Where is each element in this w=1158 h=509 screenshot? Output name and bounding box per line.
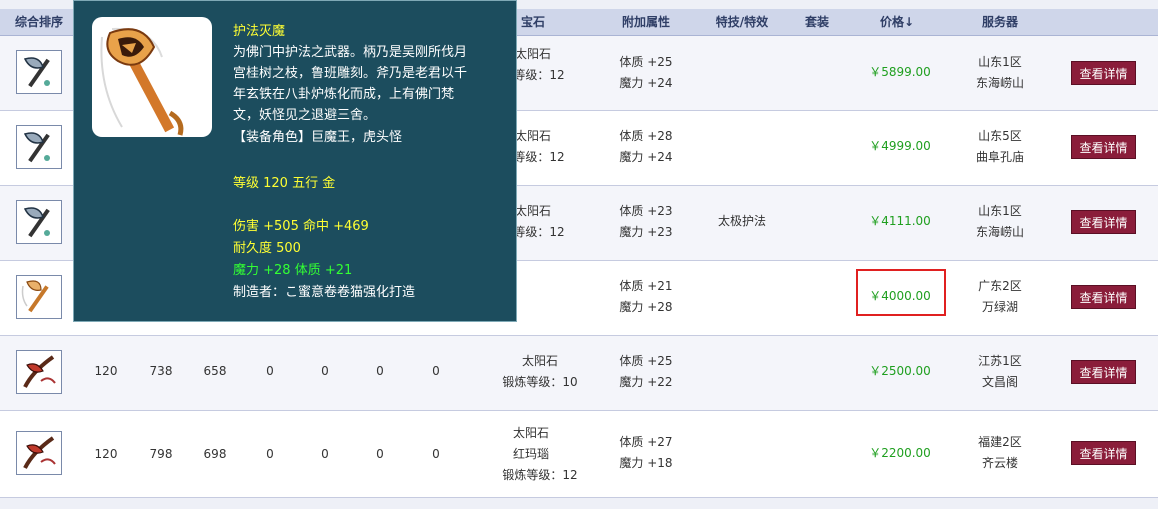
gem-name: 太阳石 — [512, 426, 549, 440]
attr-constitution: 体质 +25 — [619, 354, 673, 368]
price: ￥4111.00 — [869, 214, 931, 228]
item-desc-3: 年玄铁在八卦炉炼化而成，上有佛门梵 — [233, 87, 455, 102]
mace-icon — [100, 27, 184, 136]
attr-magic: 魔力 +23 — [619, 225, 673, 239]
price: ￥5899.00 — [869, 65, 931, 79]
attr-constitution: 体质 +28 — [619, 129, 673, 143]
header-skill: 特技/特效 — [715, 15, 769, 29]
attr-magic: 魔力 +18 — [619, 456, 673, 470]
price-highlight-box — [856, 269, 946, 316]
claw-axe-icon[interactable] — [16, 350, 62, 394]
server-name: 东海崂山 — [975, 76, 1024, 90]
attr-magic: 魔力 +24 — [619, 76, 673, 90]
server-region: 山东1区 — [978, 204, 1022, 218]
view-details-button[interactable]: 查看详情 — [1071, 135, 1136, 159]
stat-5: 0 — [321, 447, 329, 461]
stat-damage: 798 — [149, 447, 173, 461]
axe-icon[interactable] — [16, 200, 62, 244]
table-row: 120 738 658 0 0 0 0 太阳石 锻炼等级：10 体质 +25 魔… — [0, 336, 1158, 411]
server-name: 文昌阁 — [981, 375, 1018, 389]
claw-axe-icon[interactable] — [16, 431, 62, 475]
attr-constitution: 体质 +27 — [619, 435, 673, 449]
stat-7: 0 — [432, 364, 440, 378]
special-skill: 太极护法 — [717, 214, 766, 228]
attr-constitution: 体质 +25 — [619, 55, 673, 69]
header-attr: 附加属性 — [621, 15, 670, 29]
price: ￥4999.00 — [869, 139, 931, 153]
attr-magic: 魔力 +28 — [619, 300, 673, 314]
item-image — [92, 17, 212, 137]
item-level: 等级 120 五行 金 — [233, 176, 336, 191]
stat-5: 0 — [321, 364, 329, 378]
stat-hit: 658 — [203, 364, 227, 378]
gem-name-2: 红玛瑙 — [512, 447, 549, 461]
server-name: 万绿湖 — [981, 300, 1018, 314]
attr-constitution: 体质 +23 — [619, 204, 673, 218]
item-damage: 伤害 +505 命中 +469 — [233, 219, 369, 234]
view-details-button[interactable]: 查看详情 — [1071, 210, 1136, 234]
price: ￥2500.00 — [869, 364, 931, 378]
view-details-button[interactable]: 查看详情 — [1071, 61, 1136, 85]
server-region: 山东5区 — [978, 129, 1022, 143]
stat-6: 0 — [376, 364, 384, 378]
attr-magic: 魔力 +24 — [619, 150, 673, 164]
header-rank[interactable]: 综合排序 — [6, 9, 72, 35]
stat-4: 0 — [266, 447, 274, 461]
attr-magic: 魔力 +22 — [619, 375, 673, 389]
view-details-button[interactable]: 查看详情 — [1071, 285, 1136, 309]
stat-hit: 698 — [203, 447, 227, 461]
view-details-button[interactable]: 查看详情 — [1071, 441, 1136, 465]
stat-damage: 738 — [149, 364, 173, 378]
stat-4: 0 — [266, 364, 274, 378]
axe-icon[interactable] — [16, 125, 62, 169]
item-bonus: 魔力 +28 体质 +21 — [233, 263, 353, 278]
item-desc-2: 宫桂树之枝，鲁班雕刻。斧乃是老君以千 — [233, 66, 468, 81]
header-set: 套装 — [804, 15, 829, 29]
gem-name: 太阳石 — [521, 354, 558, 368]
item-desc-4: 文，妖怪见之退避三舍。 — [233, 108, 377, 123]
server-region: 山东1区 — [978, 55, 1022, 69]
item-tooltip: 护法灭魔 为佛门中护法之武器。柄乃是吴刚所伐月 宫桂树之枝，鲁班雕刻。斧乃是老君… — [73, 0, 517, 322]
axe-icon[interactable] — [16, 50, 62, 94]
item-role: 【装备角色】巨魔王，虎头怪 — [233, 130, 403, 145]
item-maker: 制造者：こ蜜意卷卷猫强化打造 — [233, 285, 416, 300]
view-details-button[interactable]: 查看详情 — [1071, 360, 1136, 384]
item-name: 护法灭魔 — [233, 24, 286, 39]
stat-7: 0 — [432, 447, 440, 461]
attr-constitution: 体质 +21 — [619, 279, 673, 293]
stat-level: 120 — [94, 447, 118, 461]
server-region: 广东2区 — [978, 279, 1022, 293]
staff-icon[interactable] — [16, 275, 62, 319]
header-price-sort[interactable]: 价格↓ — [862, 9, 932, 35]
table-row: 120 798 698 0 0 0 0 太阳石 红玛瑙 锻炼等级：12 体质 +… — [0, 411, 1158, 498]
item-desc-1: 为佛门中护法之武器。柄乃是吴刚所伐月 — [233, 45, 468, 60]
server-name: 东海崂山 — [975, 225, 1024, 239]
stat-level: 120 — [94, 364, 118, 378]
server-region: 江苏1区 — [978, 354, 1022, 368]
server-name: 齐云楼 — [981, 456, 1018, 470]
stat-6: 0 — [376, 447, 384, 461]
price: ￥2200.00 — [869, 446, 931, 460]
header-server: 服务器 — [981, 15, 1018, 29]
server-region: 福建2区 — [978, 435, 1022, 449]
gem-level: 锻炼等级：12 — [502, 468, 578, 482]
item-durability: 耐久度 500 — [233, 241, 301, 256]
gem-level: 锻炼等级：10 — [502, 375, 578, 389]
server-name: 曲阜孔庙 — [975, 150, 1024, 164]
